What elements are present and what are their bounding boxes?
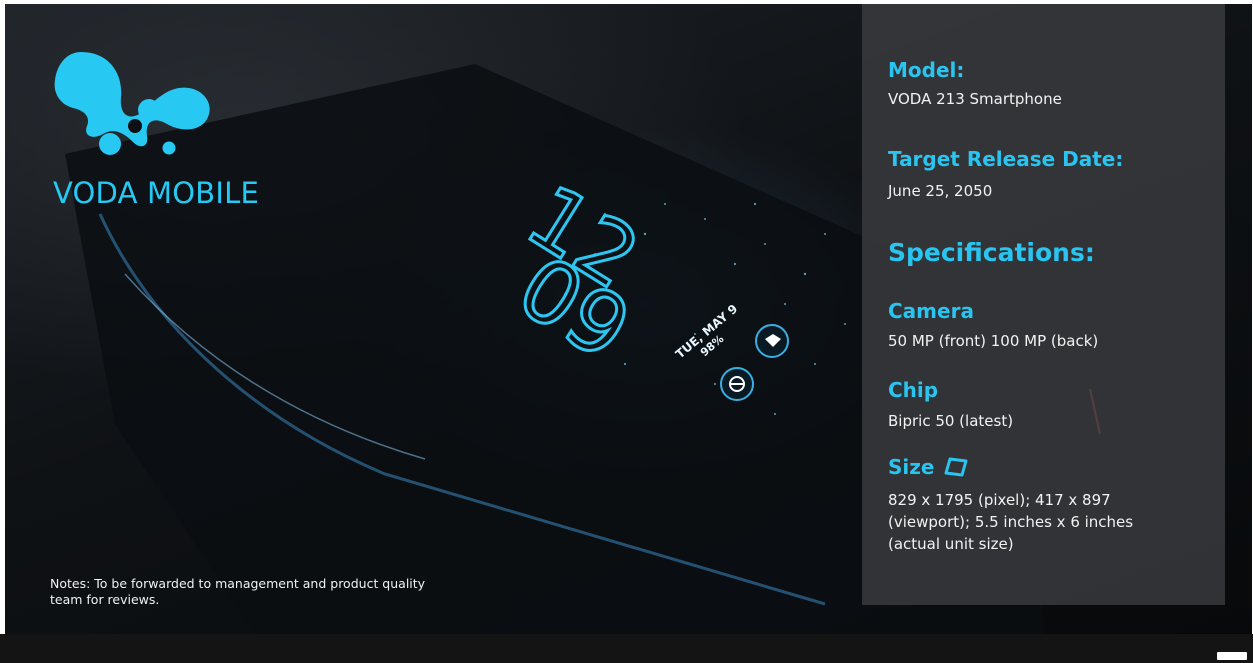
size-heading: Size [888,455,935,479]
size-heading-row: Size [888,455,970,479]
watermark-badge [1217,652,1247,660]
specifications-heading: Specifications: [888,238,1095,267]
model-value: VODA 213 Smartphone [888,90,1062,108]
camera-heading: Camera [888,299,974,323]
bottom-bar [0,634,1253,663]
chip-value: Bipric 50 (latest) [888,412,1014,430]
release-date-value: June 25, 2050 [888,182,993,200]
size-value: 829 x 1795 (pixel); 417 x 897 (viewport)… [888,491,1134,553]
slide: 12 09 TUE, MAY 9 98% VODA MOBILE Notes: … [5,4,1252,634]
do-not-disturb-icon [720,367,754,401]
splash-logo-icon [54,52,210,155]
diamond-outline-icon [944,457,968,477]
specs-panel: Model: VODA 213 Smartphone Target Releas… [862,4,1225,605]
chip-heading: Chip [888,378,939,402]
brand-name: VODA MOBILE [53,176,260,210]
left-margin [0,0,5,634]
release-date-heading: Target Release Date: [888,147,1124,171]
notes-text: Notes: To be forwarded to management and… [50,576,426,607]
camera-shortcut-icon [755,324,789,358]
model-heading: Model: [888,58,965,82]
camera-value: 50 MP (front) 100 MP (back) [888,332,1099,350]
